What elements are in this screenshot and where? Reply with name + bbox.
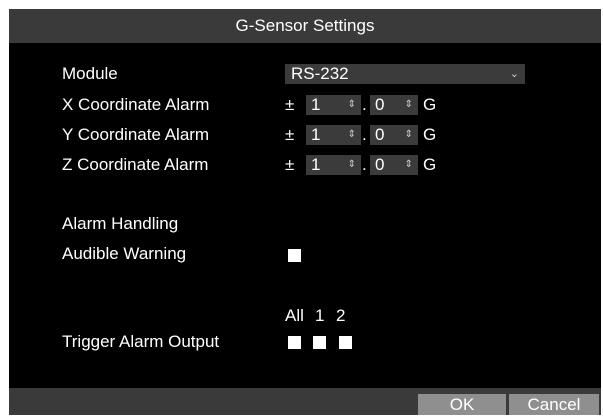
x-decimal-spinner[interactable]: 0 ⇕	[370, 95, 418, 115]
y-unit: G	[423, 125, 437, 144]
x-decimal-value: 0	[375, 95, 385, 114]
y-integer-value: 1	[311, 125, 321, 144]
audible-warning-label: Audible Warning	[62, 244, 187, 263]
x-plus-minus-sign: ±	[285, 95, 295, 114]
z-integer-spinner[interactable]: 1 ⇕	[306, 155, 361, 175]
y-integer-spinner[interactable]: 1 ⇕	[306, 125, 361, 145]
audible-warning-checkbox[interactable]	[288, 249, 301, 262]
spinner-arrows-icon: ⇕	[404, 159, 413, 170]
x-unit: G	[423, 95, 437, 114]
dialog-footer: OK Cancel	[9, 388, 601, 415]
z-integer-value: 1	[311, 155, 321, 174]
alarm-handling-heading: Alarm Handling	[62, 214, 179, 233]
ok-button[interactable]: OK	[418, 394, 506, 415]
z-unit: G	[423, 155, 437, 174]
z-coordinate-label: Z Coordinate Alarm	[62, 155, 209, 174]
module-select-value: RS-232	[291, 64, 349, 83]
spinner-arrows-icon: ⇕	[347, 159, 356, 170]
module-label: Module	[62, 64, 118, 83]
z-decimal-spinner[interactable]: 0 ⇕	[370, 155, 418, 175]
z-decimal-value: 0	[375, 155, 385, 174]
y-coordinate-label: Y Coordinate Alarm	[62, 125, 210, 144]
trigger-all-checkbox[interactable]	[288, 336, 301, 349]
spinner-arrows-icon: ⇕	[404, 99, 413, 110]
trigger-header-1: 1	[315, 306, 325, 325]
spinner-arrows-icon: ⇕	[347, 129, 356, 140]
x-integer-spinner[interactable]: 1 ⇕	[306, 95, 361, 115]
spinner-arrows-icon: ⇕	[404, 129, 413, 140]
module-select[interactable]: RS-232 ⌄	[285, 64, 525, 84]
y-decimal-spinner[interactable]: 0 ⇕	[370, 125, 418, 145]
x-coordinate-label: X Coordinate Alarm	[62, 95, 210, 114]
x-decimal-point: .	[362, 95, 367, 114]
trigger-output-2-checkbox[interactable]	[339, 336, 352, 349]
z-plus-minus-sign: ±	[285, 155, 295, 174]
g-sensor-dialog: G-Sensor Settings Module RS-232 ⌄ X Coor…	[9, 9, 601, 415]
trigger-alarm-output-label: Trigger Alarm Output	[62, 332, 220, 351]
trigger-header-all: All	[285, 306, 304, 325]
spinner-arrows-icon: ⇕	[347, 99, 356, 110]
dialog-title: G-Sensor Settings	[9, 9, 601, 43]
y-decimal-value: 0	[375, 125, 385, 144]
chevron-down-icon: ⌄	[509, 68, 519, 80]
trigger-header-2: 2	[336, 306, 346, 325]
y-decimal-point: .	[362, 125, 367, 144]
x-integer-value: 1	[311, 95, 321, 114]
y-plus-minus-sign: ±	[285, 125, 295, 144]
z-decimal-point: .	[362, 155, 367, 174]
trigger-output-1-checkbox[interactable]	[313, 336, 326, 349]
cancel-button[interactable]: Cancel	[509, 394, 599, 415]
